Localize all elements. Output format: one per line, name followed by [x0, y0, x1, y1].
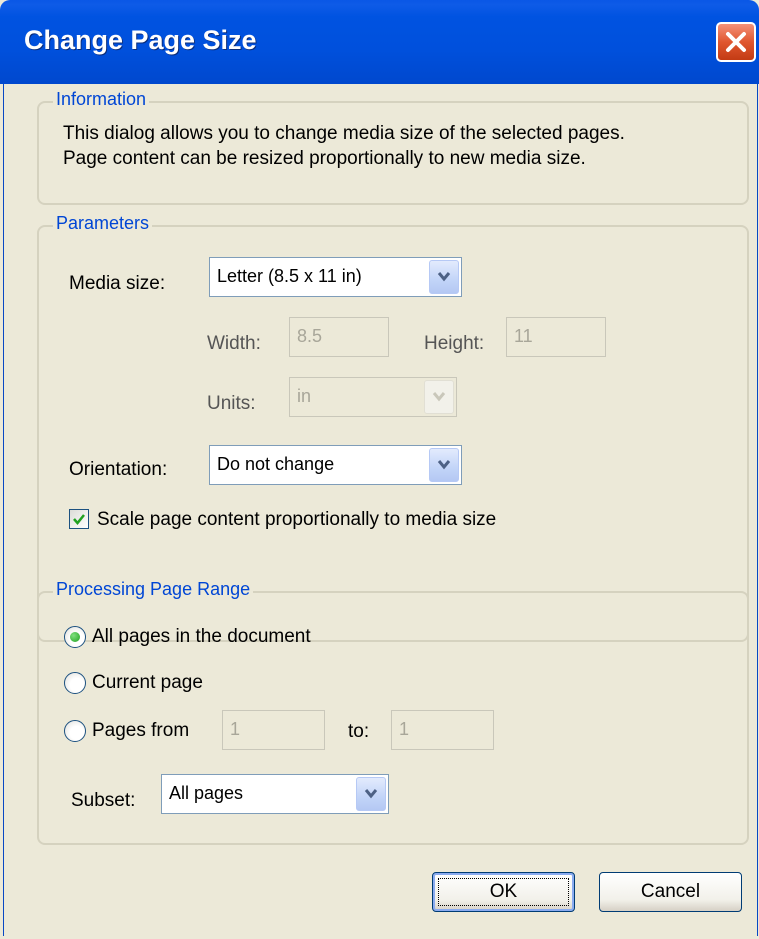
scale-content-checkbox[interactable] — [69, 509, 89, 529]
height-label: Height: — [424, 333, 485, 354]
width-value: 8.5 — [297, 326, 323, 346]
units-dropdown-button[interactable] — [424, 380, 454, 414]
close-button[interactable] — [716, 22, 756, 62]
cancel-button[interactable]: Cancel — [599, 872, 742, 912]
units-value: in — [297, 386, 312, 406]
checkmark-icon — [73, 514, 85, 525]
page-range-legend: Processing Page Range — [53, 579, 254, 600]
close-icon — [726, 32, 746, 52]
subset-value: All pages — [169, 783, 244, 803]
height-value: 11 — [514, 326, 533, 346]
scale-content-label[interactable]: Scale page content proportionally to med… — [97, 509, 496, 531]
subset-label: Subset: — [71, 790, 136, 811]
cancel-label: Cancel — [640, 881, 701, 902]
pages-from-label[interactable]: Pages from — [92, 720, 189, 742]
width-label: Width: — [207, 333, 261, 354]
orientation-label: Orientation: — [69, 459, 168, 480]
parameters-legend: Parameters — [53, 213, 153, 234]
information-line-1: This dialog allows you to change media s… — [63, 123, 625, 144]
pages-from-value: 1 — [230, 719, 241, 739]
units-select[interactable]: in — [289, 377, 457, 417]
media-size-value: Letter (8.5 x 11 in) — [217, 266, 362, 286]
orientation-dropdown-button[interactable] — [429, 448, 459, 482]
height-field[interactable]: 11 — [506, 317, 606, 357]
subset-dropdown-button[interactable] — [356, 777, 386, 811]
focus-rect — [438, 878, 569, 906]
all-pages-label[interactable]: All pages in the document — [92, 626, 311, 648]
radio-selected-dot — [70, 632, 80, 642]
page-range-group: Processing Page Range All pages in the d… — [37, 579, 749, 845]
units-label: Units: — [207, 393, 256, 414]
ok-button[interactable]: OK — [432, 872, 575, 912]
current-page-label[interactable]: Current page — [92, 672, 203, 694]
width-field[interactable]: 8.5 — [289, 317, 389, 357]
pages-from-field[interactable]: 1 — [222, 710, 325, 750]
dialog-body: Information This dialog allows you to ch… — [3, 84, 758, 936]
pages-from-radio[interactable] — [64, 720, 86, 742]
pages-to-value: 1 — [399, 719, 410, 739]
media-size-dropdown-button[interactable] — [429, 260, 459, 294]
pages-to-field[interactable]: 1 — [391, 710, 494, 750]
information-group: Information This dialog allows you to ch… — [37, 89, 749, 205]
media-size-label: Media size: — [69, 273, 166, 294]
information-legend: Information — [53, 89, 150, 110]
all-pages-radio[interactable] — [64, 626, 86, 648]
chevron-down-icon — [364, 789, 378, 799]
orientation-value: Do not change — [217, 454, 335, 474]
orientation-select[interactable]: Do not change — [209, 445, 462, 485]
chevron-down-icon — [432, 392, 446, 402]
chevron-down-icon — [437, 460, 451, 470]
chevron-down-icon — [437, 272, 451, 282]
media-size-select[interactable]: Letter (8.5 x 11 in) — [209, 257, 462, 297]
current-page-radio[interactable] — [64, 672, 86, 694]
subset-select[interactable]: All pages — [161, 774, 389, 814]
pages-to-label: to: — [348, 721, 370, 742]
title-bar[interactable]: Change Page Size — [0, 0, 759, 84]
information-line-2: Page content can be resized proportional… — [63, 148, 586, 169]
change-page-size-dialog: Change Page Size Information This dialog… — [0, 0, 759, 939]
dialog-title: Change Page Size — [24, 25, 257, 55]
